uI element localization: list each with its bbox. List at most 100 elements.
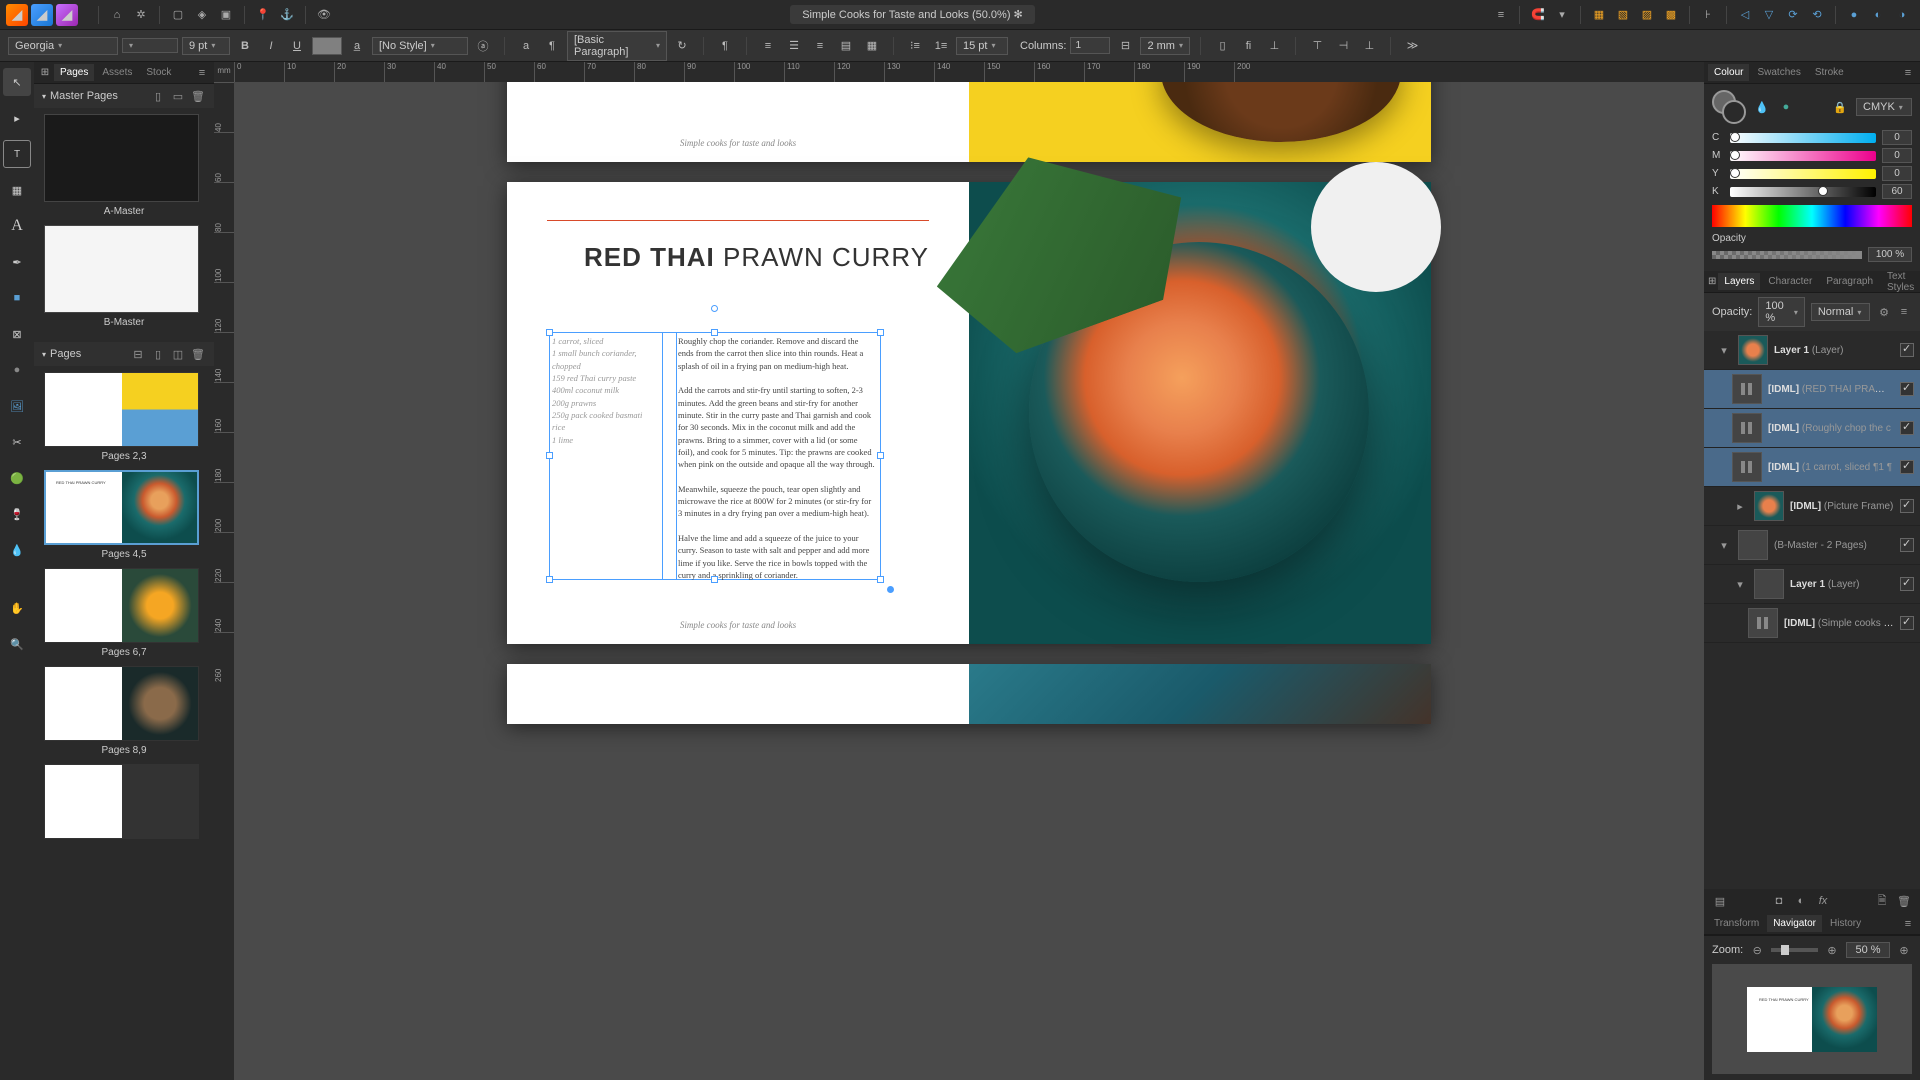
- text-frame-selection[interactable]: 1 carrot, sliced 1 small bunch coriander…: [549, 332, 881, 580]
- transparency-tool[interactable]: 🍷: [3, 500, 31, 528]
- horizontal-ruler[interactable]: 0102030405060708090100110120130140150160…: [234, 62, 1704, 82]
- view-single-icon[interactable]: ⊟: [130, 346, 146, 362]
- master-b-thumb[interactable]: [44, 225, 199, 313]
- opacity-value[interactable]: 100 %: [1868, 247, 1912, 262]
- arrange-back-icon[interactable]: ▩: [1659, 3, 1683, 27]
- typography-icon[interactable]: fi: [1237, 35, 1259, 57]
- zoom-tool[interactable]: 🔍: [3, 630, 31, 658]
- italic-button[interactable]: I: [260, 35, 282, 57]
- tab-character[interactable]: Character: [1762, 273, 1818, 290]
- columns-field[interactable]: 1: [1070, 37, 1110, 54]
- number-list-icon[interactable]: 1≡: [930, 35, 952, 57]
- delete-master-icon[interactable]: 🗑: [190, 88, 206, 104]
- delete-page-icon[interactable]: 🗑: [190, 346, 206, 362]
- home-icon[interactable]: ⌂: [105, 3, 129, 27]
- tab-textstyles[interactable]: Text Styles: [1881, 268, 1920, 296]
- zoom-value[interactable]: 50 %: [1846, 942, 1890, 958]
- table-tool[interactable]: ▦: [3, 176, 31, 204]
- visibility-checkbox[interactable]: [1900, 499, 1914, 513]
- cyan-value[interactable]: 0: [1882, 130, 1912, 145]
- pan-tool[interactable]: ✋: [3, 594, 31, 622]
- boolean-intersect-icon[interactable]: ◑: [1890, 3, 1914, 27]
- magenta-slider[interactable]: [1730, 151, 1876, 161]
- baseline-icon[interactable]: ⊥: [1263, 35, 1285, 57]
- layer-row[interactable]: [IDML] (Roughly chop the c: [1704, 409, 1920, 448]
- tab-assets[interactable]: Assets: [96, 64, 138, 81]
- underline-button[interactable]: U: [286, 35, 308, 57]
- fill-stroke-wells[interactable]: [1712, 90, 1746, 124]
- single-page-icon[interactable]: ▯: [150, 88, 166, 104]
- visibility-checkbox[interactable]: [1900, 382, 1914, 396]
- add-layer-icon[interactable]: 🗎: [1874, 893, 1890, 909]
- spread-10-11[interactable]: [44, 764, 199, 839]
- mask-icon[interactable]: ◘: [1771, 893, 1787, 909]
- spread-prev-partial[interactable]: Simple cooks for taste and looks: [507, 82, 1431, 162]
- text-color-swatch[interactable]: [312, 37, 342, 55]
- opacity-slider[interactable]: [1712, 251, 1862, 259]
- studio-link-icon[interactable]: ⊞: [1708, 270, 1716, 294]
- pages-header[interactable]: Pages ⊟ ▯ ◫ 🗑: [34, 342, 214, 366]
- master-pages-header[interactable]: Master Pages ▯ ▭ 🗑: [34, 84, 214, 108]
- disclosure-icon[interactable]: ▾: [1716, 537, 1732, 553]
- arrange-backward-icon[interactable]: ▨: [1635, 3, 1659, 27]
- textflow-out-handle[interactable]: [887, 586, 894, 593]
- method-text[interactable]: Roughly chop the coriander. Remove and d…: [676, 333, 882, 583]
- zoom-slider[interactable]: [1771, 948, 1818, 952]
- tab-transform[interactable]: Transform: [1708, 915, 1765, 932]
- align-left-text-icon[interactable]: ≡: [757, 35, 779, 57]
- studio-toggle-icon[interactable]: ⊞: [38, 61, 52, 85]
- layer-fx-icon[interactable]: ⚙: [1876, 304, 1892, 320]
- tab-stroke[interactable]: Stroke: [1809, 64, 1850, 81]
- layer-row[interactable]: [IDML] (RED THAI PRAWN C: [1704, 370, 1920, 409]
- snapping-icon[interactable]: 🧲: [1526, 3, 1550, 27]
- cyan-slider[interactable]: [1730, 133, 1876, 143]
- visibility-checkbox[interactable]: [1900, 616, 1914, 630]
- spread-current[interactable]: RED THAI PRAWN CURRY 1 carrot, sliced 1 …: [507, 182, 1431, 644]
- sync-icon[interactable]: ✲: [129, 3, 153, 27]
- layer-menu-icon[interactable]: ≡: [1896, 304, 1912, 320]
- update-style-icon[interactable]: ↻: [671, 35, 693, 57]
- char-panel-icon[interactable]: ⓐ: [472, 35, 494, 57]
- layer-stack-icon[interactable]: ▤: [1712, 893, 1728, 909]
- tab-navigator[interactable]: Navigator: [1767, 915, 1822, 932]
- text-frame-options-icon[interactable]: ▯: [1211, 35, 1233, 57]
- selection-mode-icon[interactable]: ▢: [166, 3, 190, 27]
- align-left-icon[interactable]: ⊦: [1696, 3, 1720, 27]
- pen-tool[interactable]: ✒: [3, 248, 31, 276]
- hue-spectrum[interactable]: [1712, 205, 1912, 227]
- artistic-text-tool[interactable]: A: [3, 212, 31, 240]
- bold-button[interactable]: B: [234, 35, 256, 57]
- anchor-icon[interactable]: ⚓: [275, 3, 299, 27]
- affinity-publisher-icon[interactable]: ◢: [56, 4, 78, 26]
- char-style-reset-icon[interactable]: a̲: [346, 35, 368, 57]
- boolean-add-icon[interactable]: ●: [1842, 3, 1866, 27]
- zoom-out-icon[interactable]: ⊖: [1749, 942, 1765, 958]
- delete-layer-icon[interactable]: 🗑: [1896, 893, 1912, 909]
- vert-align-bot-icon[interactable]: ⊥: [1358, 35, 1380, 57]
- baseline-grid-icon[interactable]: ≡: [1489, 3, 1513, 27]
- zoom-fit-icon[interactable]: ⊕: [1896, 942, 1912, 958]
- rotation-handle[interactable]: [711, 305, 718, 312]
- layer-opacity-dropdown[interactable]: 100 %: [1758, 297, 1805, 327]
- visibility-checkbox[interactable]: [1900, 460, 1914, 474]
- recipe-photo[interactable]: [969, 182, 1431, 644]
- ellipse-tool[interactable]: ●: [3, 356, 31, 384]
- layer-row[interactable]: ▸[IDML] (Picture Frame): [1704, 487, 1920, 526]
- assistant-icon[interactable]: ≫: [1401, 35, 1423, 57]
- tab-history[interactable]: History: [1824, 915, 1867, 932]
- disclosure-icon[interactable]: ▾: [1732, 576, 1748, 592]
- rectangle-tool[interactable]: ■: [3, 284, 31, 312]
- magenta-value[interactable]: 0: [1882, 148, 1912, 163]
- selection-mode2-icon[interactable]: ◈: [190, 3, 214, 27]
- place-image-tool[interactable]: 🖼: [3, 392, 31, 420]
- font-size-dropdown[interactable]: 9 pt: [182, 37, 230, 55]
- vertical-ruler[interactable]: 406080100120140160180200220240260: [214, 82, 234, 1080]
- eyedropper-icon[interactable]: 💧: [1754, 99, 1770, 115]
- layer-row[interactable]: ▾ (B-Master - 2 Pages): [1704, 526, 1920, 565]
- panel-menu-icon[interactable]: ≡: [194, 65, 210, 81]
- visibility-checkbox[interactable]: [1900, 343, 1914, 357]
- add-page-icon[interactable]: ▯: [150, 346, 166, 362]
- font-style-dropdown[interactable]: [122, 38, 178, 53]
- visibility-checkbox[interactable]: [1900, 538, 1914, 552]
- ingredients-text[interactable]: 1 carrot, sliced 1 small bunch coriander…: [550, 333, 662, 448]
